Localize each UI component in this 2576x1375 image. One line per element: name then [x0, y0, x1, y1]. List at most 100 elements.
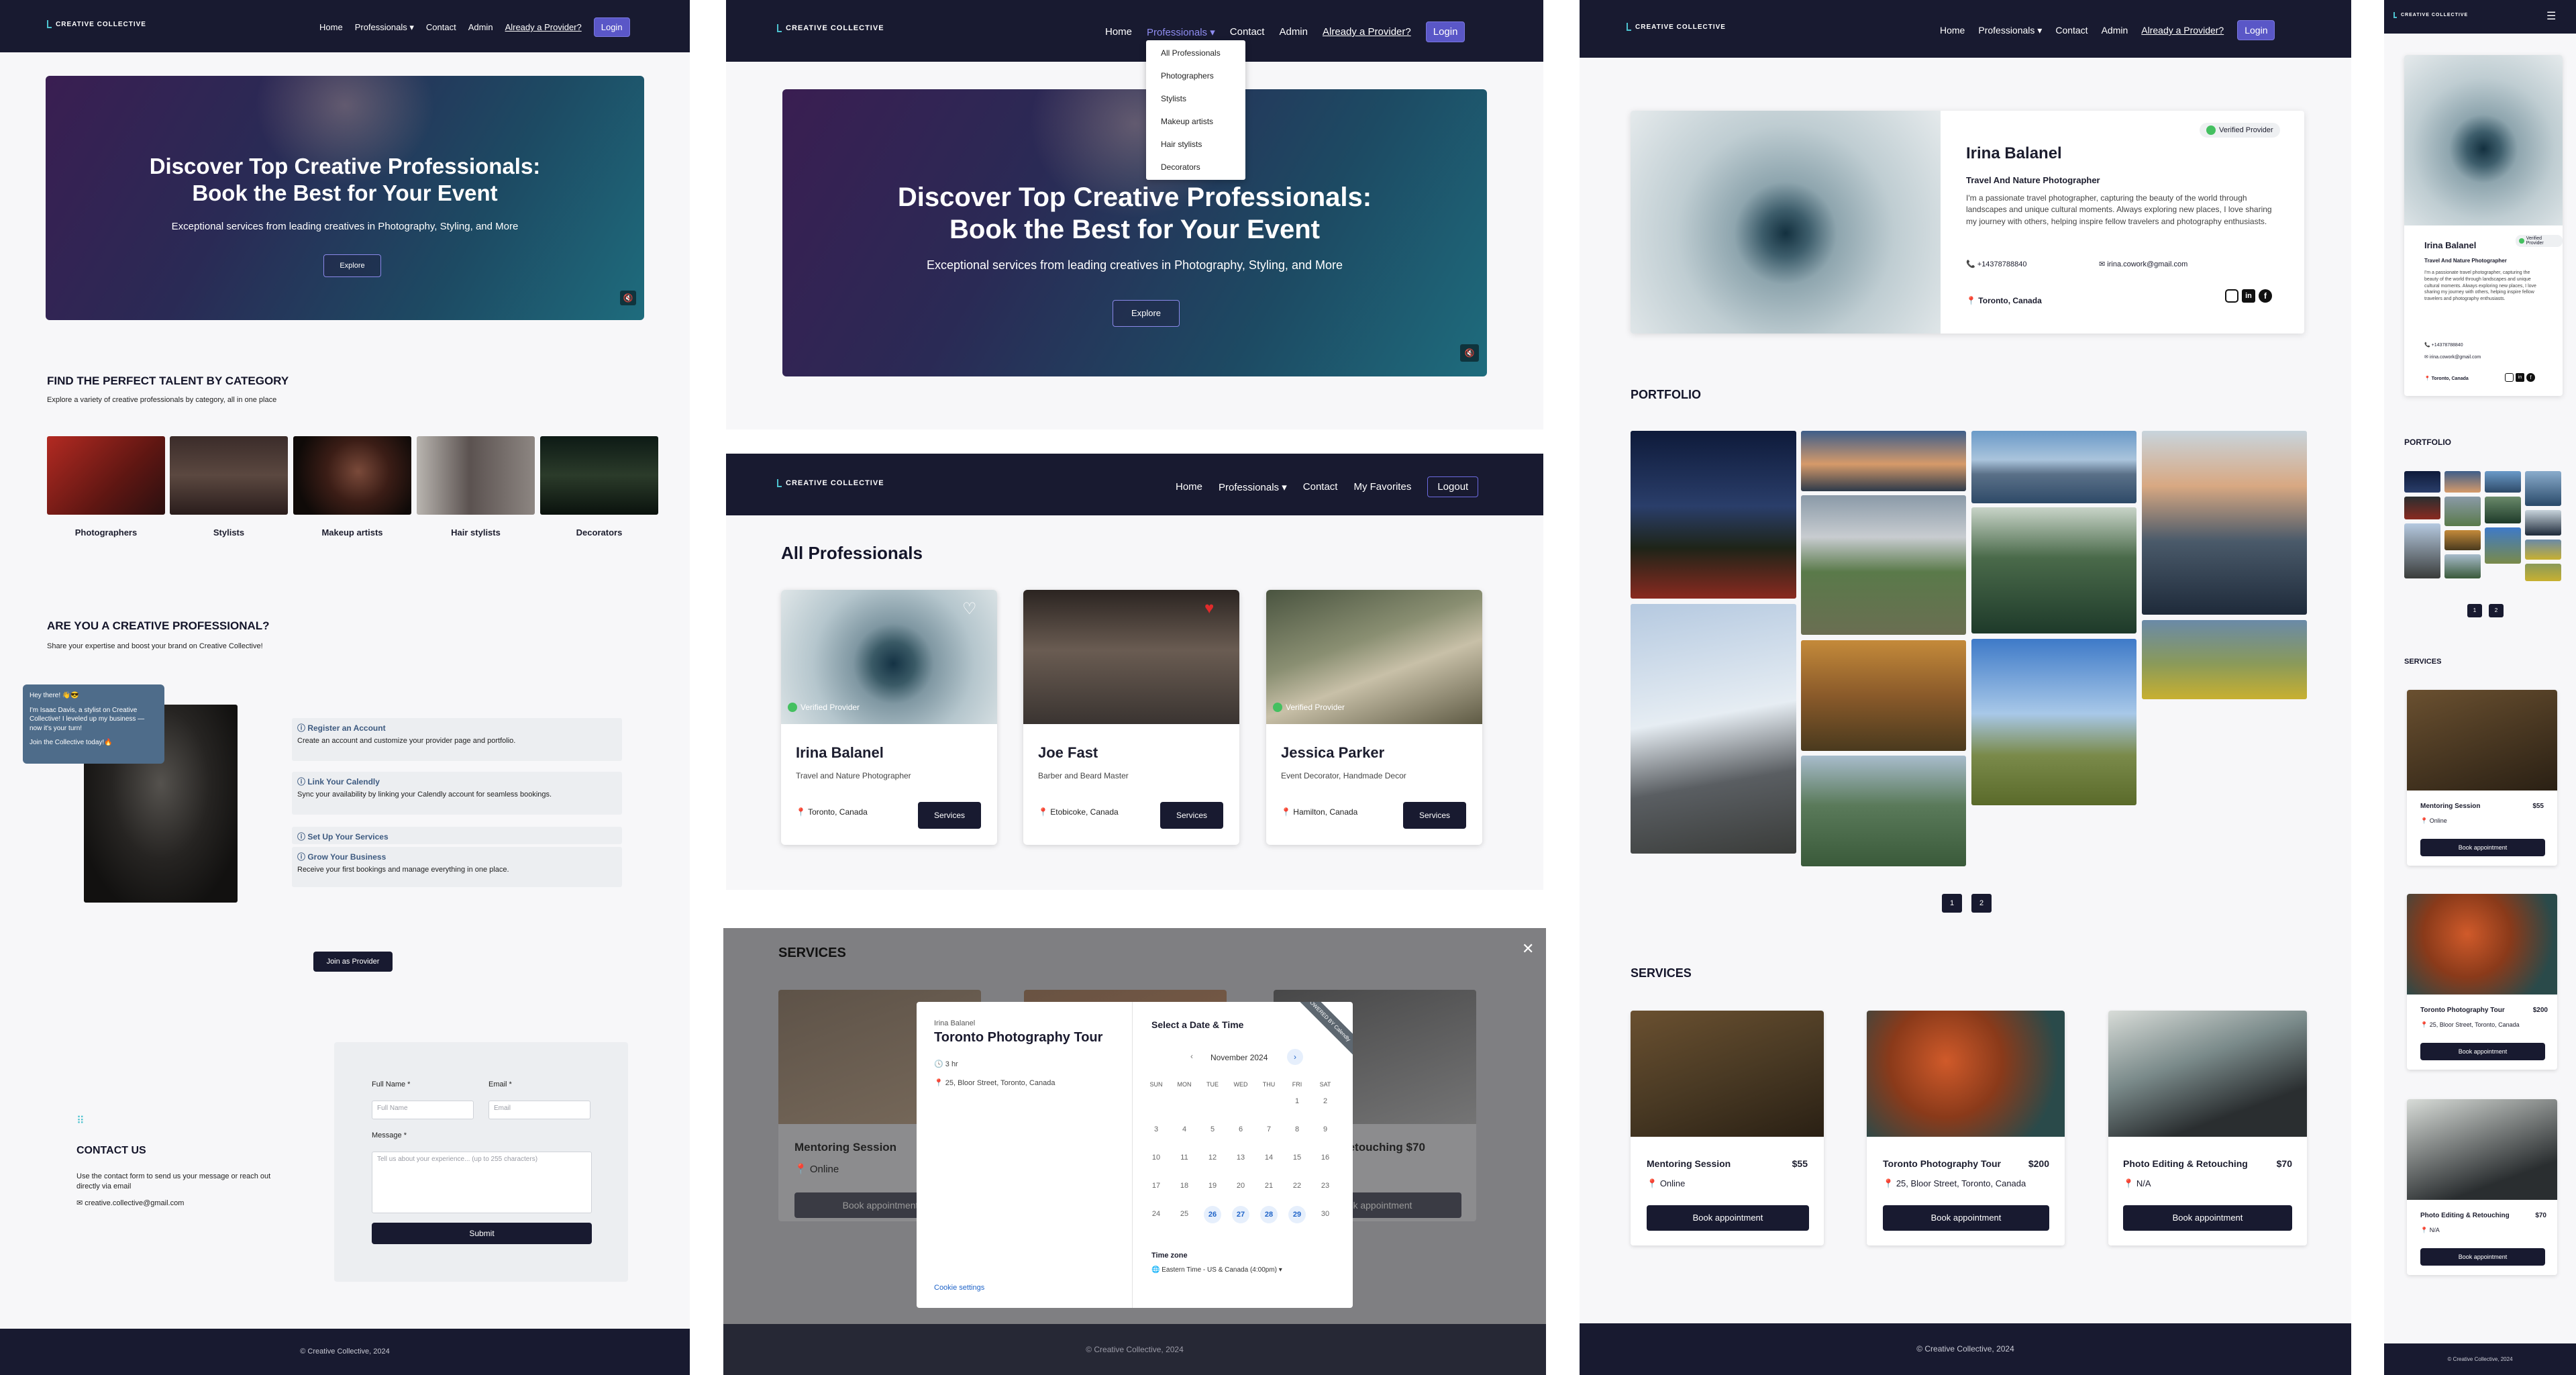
category-label[interactable]: Hair stylists [417, 527, 535, 538]
services-button[interactable]: Services [1403, 802, 1466, 829]
profile-email[interactable]: ✉ irina.cowork@gmail.com [2099, 260, 2187, 268]
category-label[interactable]: Stylists [170, 527, 288, 538]
dropdown-item[interactable]: All Professionals [1161, 48, 1221, 58]
portfolio-image[interactable] [2525, 564, 2561, 581]
mute-icon[interactable]: 🔇 [1460, 344, 1479, 362]
page-button[interactable]: 1 [2467, 604, 2482, 617]
explore-button[interactable]: Explore [323, 254, 381, 277]
profile-phone[interactable]: 📞 +14378788840 [2424, 342, 2463, 348]
mute-icon[interactable]: 🔇 [620, 291, 636, 305]
portfolio-image[interactable] [2444, 497, 2481, 526]
portfolio-image[interactable] [2525, 471, 2561, 506]
profile-phone[interactable]: 📞 +14378788840 [1966, 260, 2026, 268]
brand-logo[interactable]: CREATIVE COLLECTIVE [777, 24, 884, 32]
nav-admin[interactable]: Admin [1279, 26, 1308, 38]
nav-professionals[interactable]: Professionals ▾ [1219, 481, 1287, 493]
professional-card[interactable]: Verified Provider Jessica Parker Event D… [1266, 590, 1482, 845]
profile-email[interactable]: ✉ irina.cowork@gmail.com [2424, 354, 2481, 360]
instagram-icon[interactable] [2225, 289, 2238, 303]
services-button[interactable]: Services [918, 802, 981, 829]
hamburger-menu-icon[interactable]: ☰ [2546, 9, 2556, 23]
calendar-day-available[interactable]: 28 [1260, 1206, 1278, 1223]
book-appointment-button[interactable]: Book appointment [2123, 1205, 2292, 1231]
chat-bubble[interactable]: Hey there! 👋😎 I'm Isaac Davis, a stylist… [23, 684, 164, 764]
portfolio-image[interactable] [2404, 523, 2440, 578]
brand-logo[interactable]: CREATIVE COLLECTIVE [777, 479, 884, 487]
book-appointment-button[interactable]: Book appointment [2420, 1043, 2545, 1060]
nav-already-provider[interactable]: Already a Provider? [1323, 26, 1411, 38]
portfolio-image[interactable] [2485, 471, 2521, 493]
dropdown-item[interactable]: Decorators [1161, 162, 1200, 172]
nav-contact[interactable]: Contact [426, 22, 456, 32]
nav-already-provider[interactable]: Already a Provider? [2141, 25, 2224, 36]
portfolio-image[interactable] [2485, 497, 2521, 523]
email-input[interactable]: Email [488, 1101, 590, 1119]
login-button[interactable]: Login [1425, 21, 1465, 42]
calendar-day-available[interactable]: 29 [1288, 1206, 1306, 1223]
portfolio-image[interactable] [1971, 507, 2136, 633]
portfolio-image[interactable] [2404, 471, 2440, 493]
page-button[interactable]: 2 [1971, 894, 1992, 913]
timezone-select[interactable]: 🌐 Eastern Time - US & Canada (4:00pm) ▾ [1151, 1266, 1282, 1274]
portfolio-image[interactable] [1631, 431, 1796, 599]
portfolio-image[interactable] [1801, 640, 1966, 751]
nav-contact[interactable]: Contact [2055, 25, 2088, 36]
nav-already-provider[interactable]: Already a Provider? [505, 22, 582, 32]
login-button[interactable]: Login [593, 17, 630, 37]
portfolio-image[interactable] [2142, 431, 2307, 615]
portfolio-image[interactable] [2444, 471, 2481, 493]
nav-admin[interactable]: Admin [468, 22, 493, 32]
portfolio-image[interactable] [1801, 431, 1966, 491]
portfolio-image[interactable] [1801, 495, 1966, 635]
brand-logo[interactable]: CREATIVE COLLECTIVE [47, 20, 146, 28]
brand-logo[interactable]: CREATIVE COLLECTIVE [2393, 12, 2468, 18]
portfolio-image[interactable] [2444, 530, 2481, 550]
nav-admin[interactable]: Admin [2102, 25, 2128, 36]
linkedin-icon[interactable]: in [2516, 373, 2524, 382]
category-label[interactable]: Photographers [47, 527, 165, 538]
category-image-makeup-artists[interactable] [293, 436, 411, 515]
nav-home[interactable]: Home [1176, 481, 1202, 493]
instagram-icon[interactable] [2505, 373, 2514, 382]
heart-outline-icon[interactable]: ♡ [962, 599, 977, 619]
portfolio-image[interactable] [2404, 497, 2440, 519]
brand-logo[interactable]: CREATIVE COLLECTIVE [1627, 23, 1726, 31]
next-month-icon[interactable]: › [1287, 1049, 1303, 1065]
category-image-photographers[interactable] [47, 436, 165, 515]
book-appointment-button[interactable]: Book appointment [2420, 839, 2545, 856]
portfolio-image[interactable] [2525, 510, 2561, 536]
book-appointment-button[interactable]: Book appointment [1647, 1205, 1809, 1231]
nav-home[interactable]: Home [1105, 26, 1132, 38]
facebook-icon[interactable]: f [2526, 373, 2535, 382]
portfolio-image[interactable] [1631, 604, 1796, 854]
nav-professionals[interactable]: Professionals ▾ [1978, 25, 2042, 36]
prev-month-icon[interactable]: ‹ [1190, 1052, 1193, 1061]
message-textarea[interactable]: Tell us about your experience... (up to … [372, 1152, 592, 1213]
category-image-hair-stylists[interactable] [417, 436, 535, 515]
portfolio-image[interactable] [2485, 527, 2521, 564]
portfolio-image[interactable] [2142, 620, 2307, 699]
explore-button[interactable]: Explore [1113, 300, 1180, 327]
join-provider-button[interactable]: Join as Provider [313, 952, 393, 972]
page-button[interactable]: 1 [1942, 894, 1962, 913]
book-appointment-button[interactable]: Book appointment [1883, 1205, 2049, 1231]
portfolio-image[interactable] [1971, 639, 2136, 805]
category-label[interactable]: Decorators [540, 527, 658, 538]
nav-professionals[interactable]: Professionals ▾ [1147, 26, 1215, 38]
dropdown-item[interactable]: Makeup artists [1161, 117, 1213, 126]
nav-contact[interactable]: Contact [1303, 481, 1338, 493]
logout-button[interactable]: Logout [1427, 476, 1479, 497]
close-icon[interactable]: ✕ [1522, 940, 1534, 958]
portfolio-image[interactable] [2525, 540, 2561, 560]
portfolio-image[interactable] [2444, 554, 2481, 578]
category-label[interactable]: Makeup artists [293, 527, 411, 538]
portfolio-image[interactable] [1971, 431, 2136, 503]
professional-card[interactable]: ♥ Joe Fast Barber and Beard Master 📍 Eto… [1023, 590, 1239, 845]
dropdown-item[interactable]: Photographers [1161, 71, 1214, 81]
nav-contact[interactable]: Contact [1230, 26, 1265, 38]
contact-email[interactable]: ✉ creative.collective@gmail.com [76, 1199, 184, 1207]
nav-professionals[interactable]: Professionals ▾ [355, 22, 414, 33]
professional-card[interactable]: ♡ Verified Provider Irina Balanel Travel… [781, 590, 997, 845]
dropdown-item[interactable]: Stylists [1161, 94, 1186, 103]
nav-favorites[interactable]: My Favorites [1353, 481, 1411, 493]
